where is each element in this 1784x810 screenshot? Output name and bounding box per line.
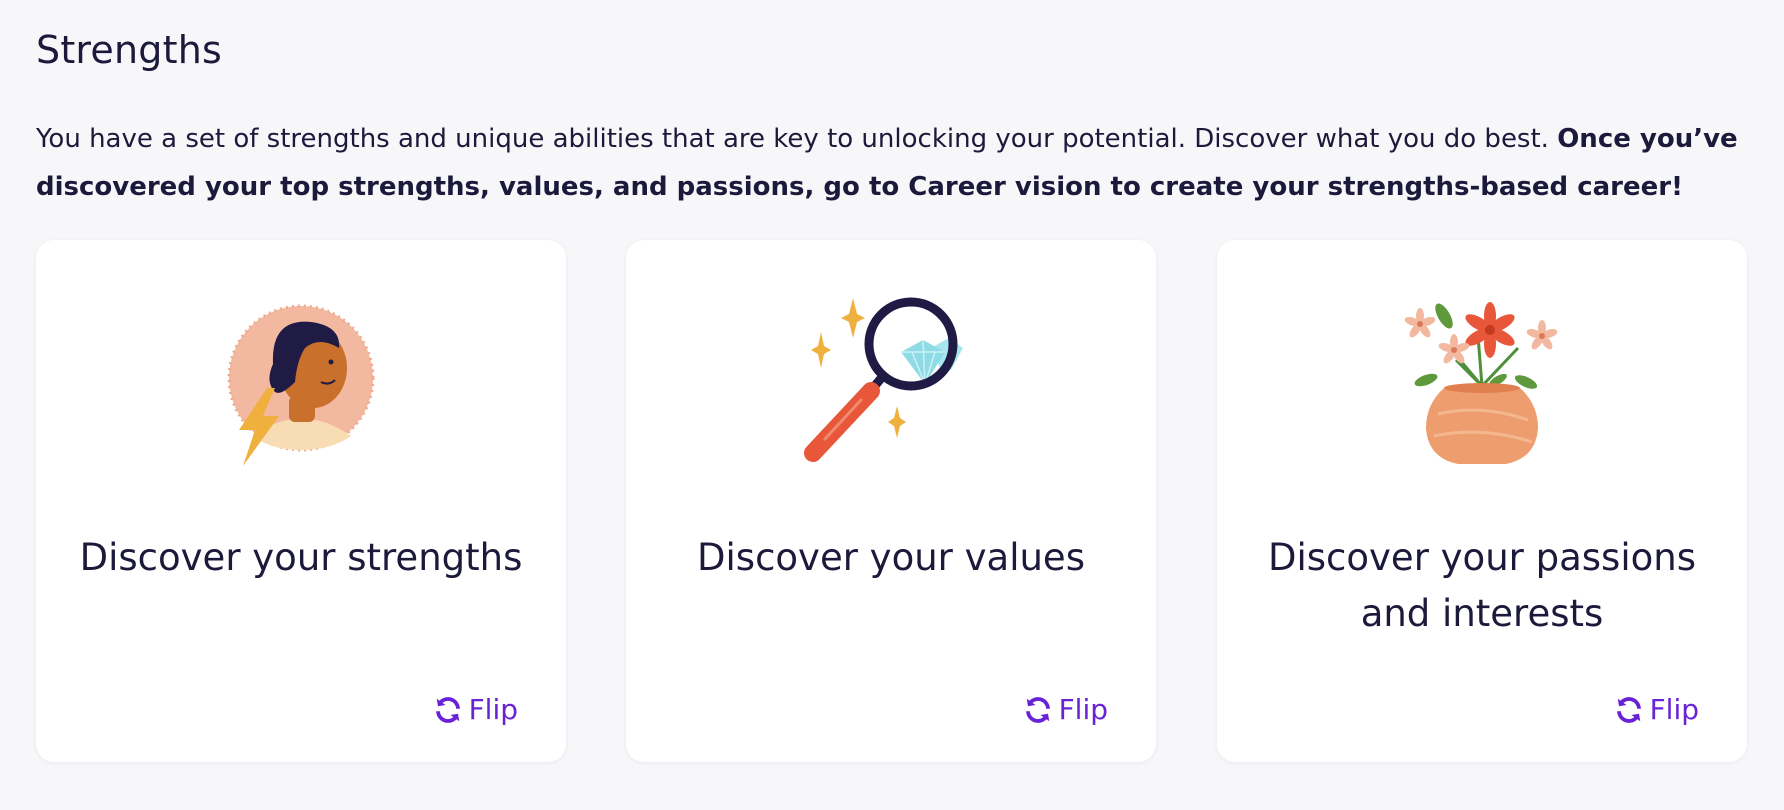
flip-button[interactable]: Flip: [1614, 693, 1699, 726]
person-lightning-illustration: [227, 304, 375, 466]
flip-button[interactable]: Flip: [433, 693, 518, 726]
magnifying-glass-diamond-illustration: [804, 297, 963, 462]
card-grid: Discover your strengths Flip Discover yo…: [36, 240, 1748, 762]
strengths-card[interactable]: Discover your strengths Flip: [36, 240, 566, 762]
card-title: Discover your passions and interests: [1268, 536, 1696, 635]
flip-button[interactable]: Flip: [1023, 693, 1108, 726]
values-card[interactable]: Discover your values Flip: [626, 240, 1156, 762]
intro-text: You have a set of strengths and unique a…: [36, 124, 1558, 154]
strengths-section: Strengths You have a set of strengths an…: [0, 0, 1784, 810]
refresh-icon: [1025, 696, 1050, 723]
refresh-icon: [435, 696, 460, 723]
card-title: Discover your strengths: [79, 536, 523, 579]
flip-label: Flip: [1058, 693, 1108, 726]
section-title: Strengths: [36, 28, 222, 72]
flip-label: Flip: [1649, 693, 1699, 726]
section-intro: You have a set of strengths and unique a…: [36, 115, 1748, 211]
refresh-icon: [1616, 696, 1641, 723]
flip-label: Flip: [468, 693, 518, 726]
passions-card[interactable]: Discover your passions and interests Fli…: [1217, 240, 1747, 762]
flower-vase-illustration: [1404, 302, 1558, 464]
card-title: Discover your values: [697, 536, 1085, 579]
